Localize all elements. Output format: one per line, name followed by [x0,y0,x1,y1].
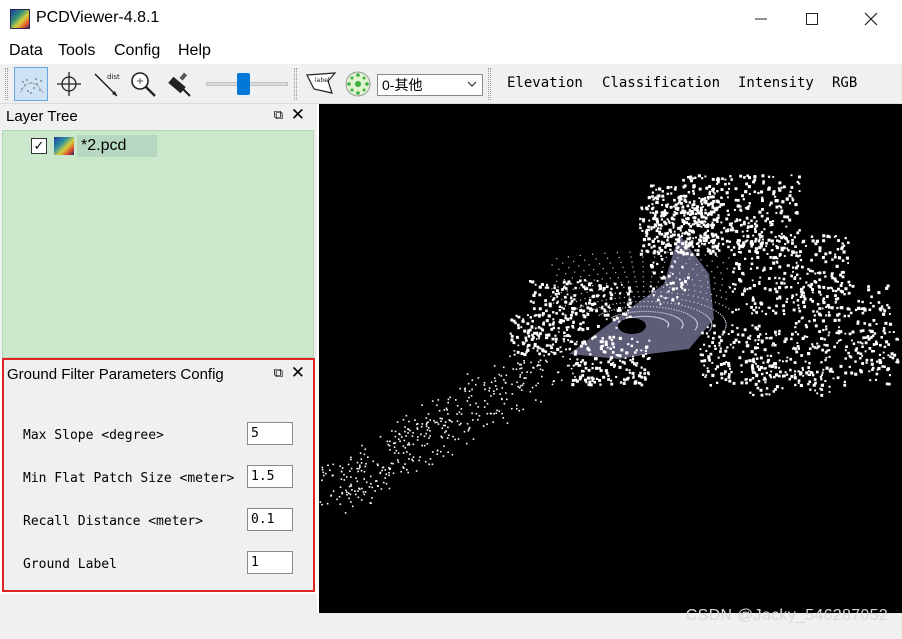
menu-data[interactable]: Data [9,42,43,60]
layer-item-name[interactable]: *2.pcd [81,137,126,155]
label-tool-button[interactable]: label [304,67,338,101]
zoom-tool-button[interactable] [126,67,160,101]
point-cloud-thumbnail-icon [54,137,74,155]
max-slope-input[interactable]: 5 [247,422,293,445]
maximize-icon [806,13,818,25]
color-mode-classification[interactable]: Classification [602,75,720,91]
layer-tree-header: Layer Tree ⧉ ✕ [0,104,317,128]
class-picker-button[interactable] [341,67,375,101]
point-cloud-points [319,174,900,514]
class-select-value: 0-其他 [382,77,423,93]
close-panel-icon[interactable]: ✕ [291,105,305,125]
layer-tree-list: ✓ *2.pcd [2,130,314,358]
distance-measure-icon: dist [94,73,120,97]
ground-label-input[interactable]: 1 [247,551,293,574]
toolbar: dist label 0-其他 Elevation Classification… [0,64,902,104]
toolbar-grip[interactable] [294,68,297,100]
layer-tree-title: Layer Tree [6,108,78,125]
label-tool-text: label [315,77,330,84]
min-flat-patch-size-label: Min Flat Patch Size <meter> [23,471,235,486]
menu-tools[interactable]: Tools [58,42,95,60]
maximize-button[interactable] [789,0,835,38]
ground-filter-title: Ground Filter Parameters Config [7,366,224,383]
chevron-down-icon [467,75,477,102]
point-select-tool-button[interactable] [14,67,48,101]
menu-bar: Data Tools Config Help [0,38,902,64]
crosshair-pick-icon [57,72,81,96]
point-cloud-viewport[interactable] [319,104,902,613]
menu-help[interactable]: Help [178,42,211,60]
minimize-button[interactable] [738,0,784,38]
distance-tool-text: dist [107,73,120,81]
color-mode-rgb[interactable]: RGB [832,75,857,91]
ground-points-region [569,234,714,359]
color-mode-elevation[interactable]: Elevation [507,75,583,91]
point-cloud-select-icon [19,78,44,94]
title-bar: PCDViewer-4.8.1 [0,0,902,38]
pick-point-tool-button[interactable] [52,67,86,101]
menu-config[interactable]: Config [114,42,160,60]
ground-label-label: Ground Label [23,557,117,572]
app-icon [10,9,30,29]
recall-distance-label: Recall Distance <meter> [23,514,204,529]
close-window-button[interactable] [848,0,894,38]
float-panel-icon[interactable]: ⧉ [274,107,283,123]
ground-filter-panel: Ground Filter Parameters Config ⧉ ✕ Max … [2,358,315,592]
float-panel-icon[interactable]: ⧉ [274,365,283,381]
color-wheel-icon [345,71,371,97]
sensor-origin [618,318,646,334]
recall-distance-input[interactable]: 0.1 [247,508,293,531]
max-slope-label: Max Slope <degree> [23,428,164,443]
brush-icon [168,72,191,97]
layer-tree-panel: Layer Tree ⧉ ✕ ✓ *2.pcd [0,104,317,358]
toolbar-grip[interactable] [488,68,491,100]
left-dock-footer [0,594,317,614]
point-cloud-render[interactable] [319,104,902,613]
window-title: PCDViewer-4.8.1 [36,9,160,26]
zoom-icon [131,72,156,97]
close-panel-icon[interactable]: ✕ [291,363,305,383]
min-flat-patch-size-input[interactable]: 1.5 [247,465,293,488]
brush-tool-button[interactable] [162,67,196,101]
ground-filter-header: Ground Filter Parameters Config ⧉ ✕ [4,362,313,386]
watermark: CSDN @Jacky_546287052 [685,607,888,624]
label-polygon-icon: label [306,72,337,94]
close-icon [864,12,878,26]
color-mode-intensity[interactable]: Intensity [738,75,814,91]
distance-tool-button[interactable]: dist [89,67,123,101]
layer-item[interactable]: ✓ *2.pcd [27,135,157,157]
minimize-icon [755,18,767,20]
layer-visibility-checkbox[interactable]: ✓ [31,138,47,154]
toolbar-grip[interactable] [5,68,8,100]
point-size-slider-handle[interactable] [236,73,250,95]
class-select[interactable]: 0-其他 [377,74,483,96]
